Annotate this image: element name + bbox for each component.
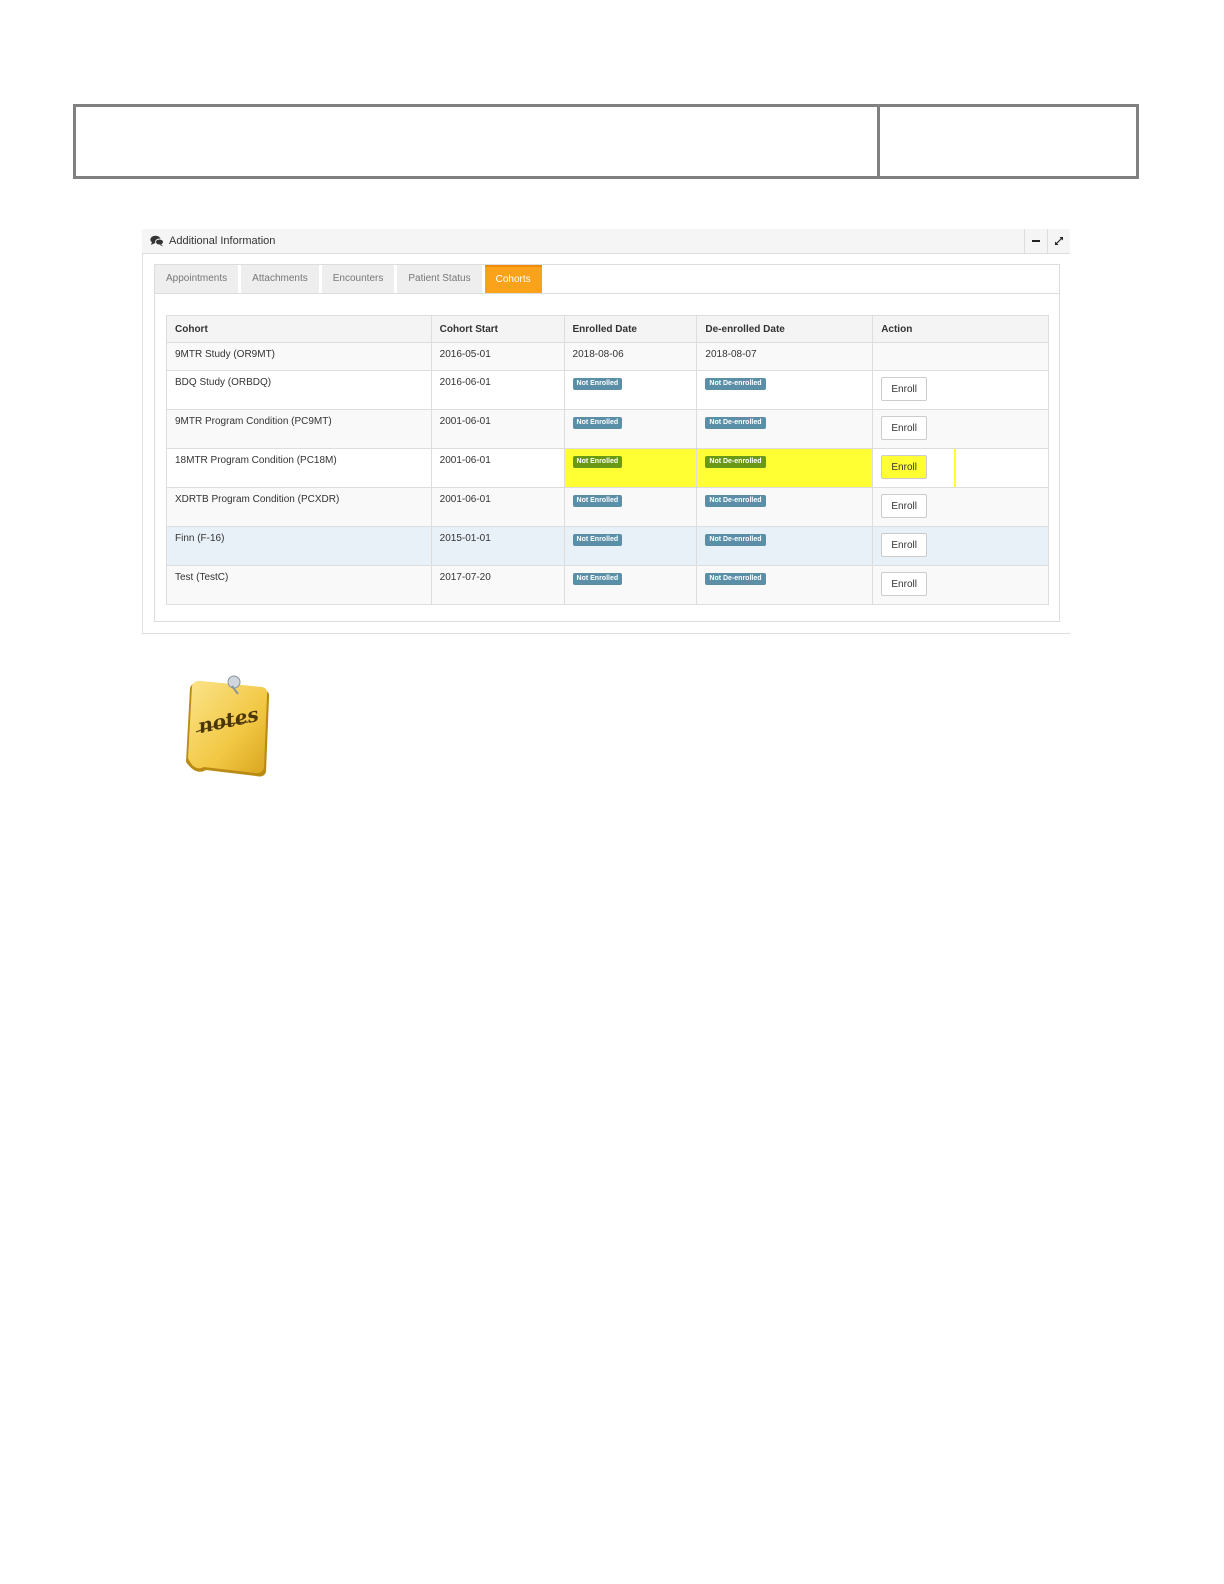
cohort-start: 2016-06-01 <box>430 370 565 410</box>
panel-controls <box>1024 229 1070 253</box>
status-badge: Not De-enrolled <box>705 534 766 546</box>
highlight-marker <box>954 449 956 487</box>
action-cell: Enroll <box>872 526 1049 566</box>
deenrolled-date: Not De-enrolled <box>696 409 874 449</box>
status-badge: Not Enrolled <box>572 417 623 429</box>
enrolled-date: Not Enrolled <box>563 409 698 449</box>
header-cell-right <box>880 107 1136 176</box>
action-cell <box>872 342 1049 371</box>
panel-title: Additional Information <box>169 235 276 247</box>
additional-information-panel: Additional Information Appointments Atta… <box>142 229 1070 634</box>
status-badge: Not De-enrolled <box>705 417 766 429</box>
enrolled-date: 2018-08-06 <box>563 342 698 371</box>
enroll-button[interactable]: Enroll <box>881 572 928 596</box>
cohort-start: 2001-06-01 <box>430 487 565 527</box>
action-cell: Enroll <box>872 409 1049 449</box>
cohort-start: 2016-05-01 <box>430 342 565 371</box>
cohorts-table: Cohort Cohort Start Enrolled Date De-enr… <box>166 315 1049 605</box>
status-badge: Not De-enrolled <box>705 495 766 507</box>
table-header-row: Cohort Cohort Start Enrolled Date De-enr… <box>166 315 1049 343</box>
deenrolled-date: Not De-enrolled <box>696 487 874 527</box>
table-row: BDQ Study (ORBDQ) 2016-06-01 Not Enrolle… <box>166 370 1049 410</box>
cohort-name: Test (TestC) <box>166 565 432 605</box>
table-row: XDRTB Program Condition (PCXDR) 2001-06-… <box>166 487 1049 527</box>
minus-icon <box>1032 240 1040 242</box>
cohort-name: BDQ Study (ORBDQ) <box>166 370 432 410</box>
cohort-start: 2001-06-01 <box>430 409 565 449</box>
table-row: 9MTR Study (OR9MT) 2016-05-01 2018-08-06… <box>166 342 1049 371</box>
status-badge: Not Enrolled <box>572 573 623 585</box>
deenrolled-date: Not De-enrolled <box>696 565 874 605</box>
status-badge: Not Enrolled <box>572 534 623 546</box>
cohort-name: 9MTR Study (OR9MT) <box>166 342 432 371</box>
status-badge: Not Enrolled <box>572 378 623 390</box>
status-badge: Not De-enrolled <box>705 378 766 390</box>
table-row: Finn (F-16) 2015-01-01 Not Enrolled Not … <box>166 526 1049 566</box>
notes-icon: notes <box>186 675 270 777</box>
tab-container: Appointments Attachments Encounters Pati… <box>154 264 1060 622</box>
deenrolled-date: Not De-enrolled <box>696 370 874 410</box>
cohort-start: 2017-07-20 <box>430 565 565 605</box>
panel-header: Additional Information <box>142 229 1070 254</box>
enroll-button[interactable]: Enroll <box>881 455 928 479</box>
action-cell: Enroll <box>872 448 1049 488</box>
table-row: 9MTR Program Condition (PC9MT) 2001-06-0… <box>166 409 1049 449</box>
enrolled-date: Not Enrolled <box>563 448 698 488</box>
tab-appointments[interactable]: Appointments <box>155 265 239 293</box>
tab-attachments[interactable]: Attachments <box>241 265 319 293</box>
column-header-cohort: Cohort <box>166 315 432 343</box>
header-cell-left <box>76 107 880 176</box>
comments-icon <box>150 235 164 247</box>
expand-icon <box>1055 237 1063 245</box>
expand-button[interactable] <box>1047 229 1070 253</box>
enrolled-date: Not Enrolled <box>563 370 698 410</box>
cohort-start: 2015-01-01 <box>430 526 565 566</box>
action-cell: Enroll <box>872 487 1049 527</box>
column-header-cohort-start: Cohort Start <box>430 315 565 343</box>
enroll-button[interactable]: Enroll <box>881 377 928 401</box>
action-cell: Enroll <box>872 565 1049 605</box>
deenrolled-date: Not De-enrolled <box>696 448 874 488</box>
tab-cohorts[interactable]: Cohorts <box>484 265 542 293</box>
tab-patient-status[interactable]: Patient Status <box>397 265 482 293</box>
cohort-start: 2001-06-01 <box>430 448 565 488</box>
enroll-button[interactable]: Enroll <box>881 533 928 557</box>
cohort-name: 18MTR Program Condition (PC18M) <box>166 448 432 488</box>
tab-bar: Appointments Attachments Encounters Pati… <box>155 265 1059 294</box>
status-badge: Not Enrolled <box>572 495 623 507</box>
table-row: Test (TestC) 2017-07-20 Not Enrolled Not… <box>166 565 1049 605</box>
cohort-name: 9MTR Program Condition (PC9MT) <box>166 409 432 449</box>
deenrolled-date: 2018-08-07 <box>696 342 874 371</box>
status-badge: Not De-enrolled <box>705 573 766 585</box>
enrolled-date: Not Enrolled <box>563 487 698 527</box>
enrolled-date: Not Enrolled <box>563 565 698 605</box>
cohort-name: XDRTB Program Condition (PCXDR) <box>166 487 432 527</box>
status-badge: Not De-enrolled <box>705 456 766 468</box>
column-header-action: Action <box>872 315 1049 343</box>
tab-encounters[interactable]: Encounters <box>321 265 395 293</box>
enroll-button[interactable]: Enroll <box>881 416 928 440</box>
status-badge: Not Enrolled <box>572 456 623 468</box>
column-header-enrolled-date: Enrolled Date <box>563 315 698 343</box>
deenrolled-date: Not De-enrolled <box>696 526 874 566</box>
panel-border <box>142 253 143 634</box>
cohort-name: Finn (F-16) <box>166 526 432 566</box>
column-header-deenrolled-date: De-enrolled Date <box>696 315 874 343</box>
minimize-button[interactable] <box>1024 229 1047 253</box>
panel-bottom-border <box>142 633 1070 634</box>
header-table <box>73 104 1139 179</box>
enrolled-date: Not Enrolled <box>563 526 698 566</box>
action-cell: Enroll <box>872 370 1049 410</box>
enroll-button[interactable]: Enroll <box>881 494 928 518</box>
table-row: 18MTR Program Condition (PC18M) 2001-06-… <box>166 448 1049 488</box>
